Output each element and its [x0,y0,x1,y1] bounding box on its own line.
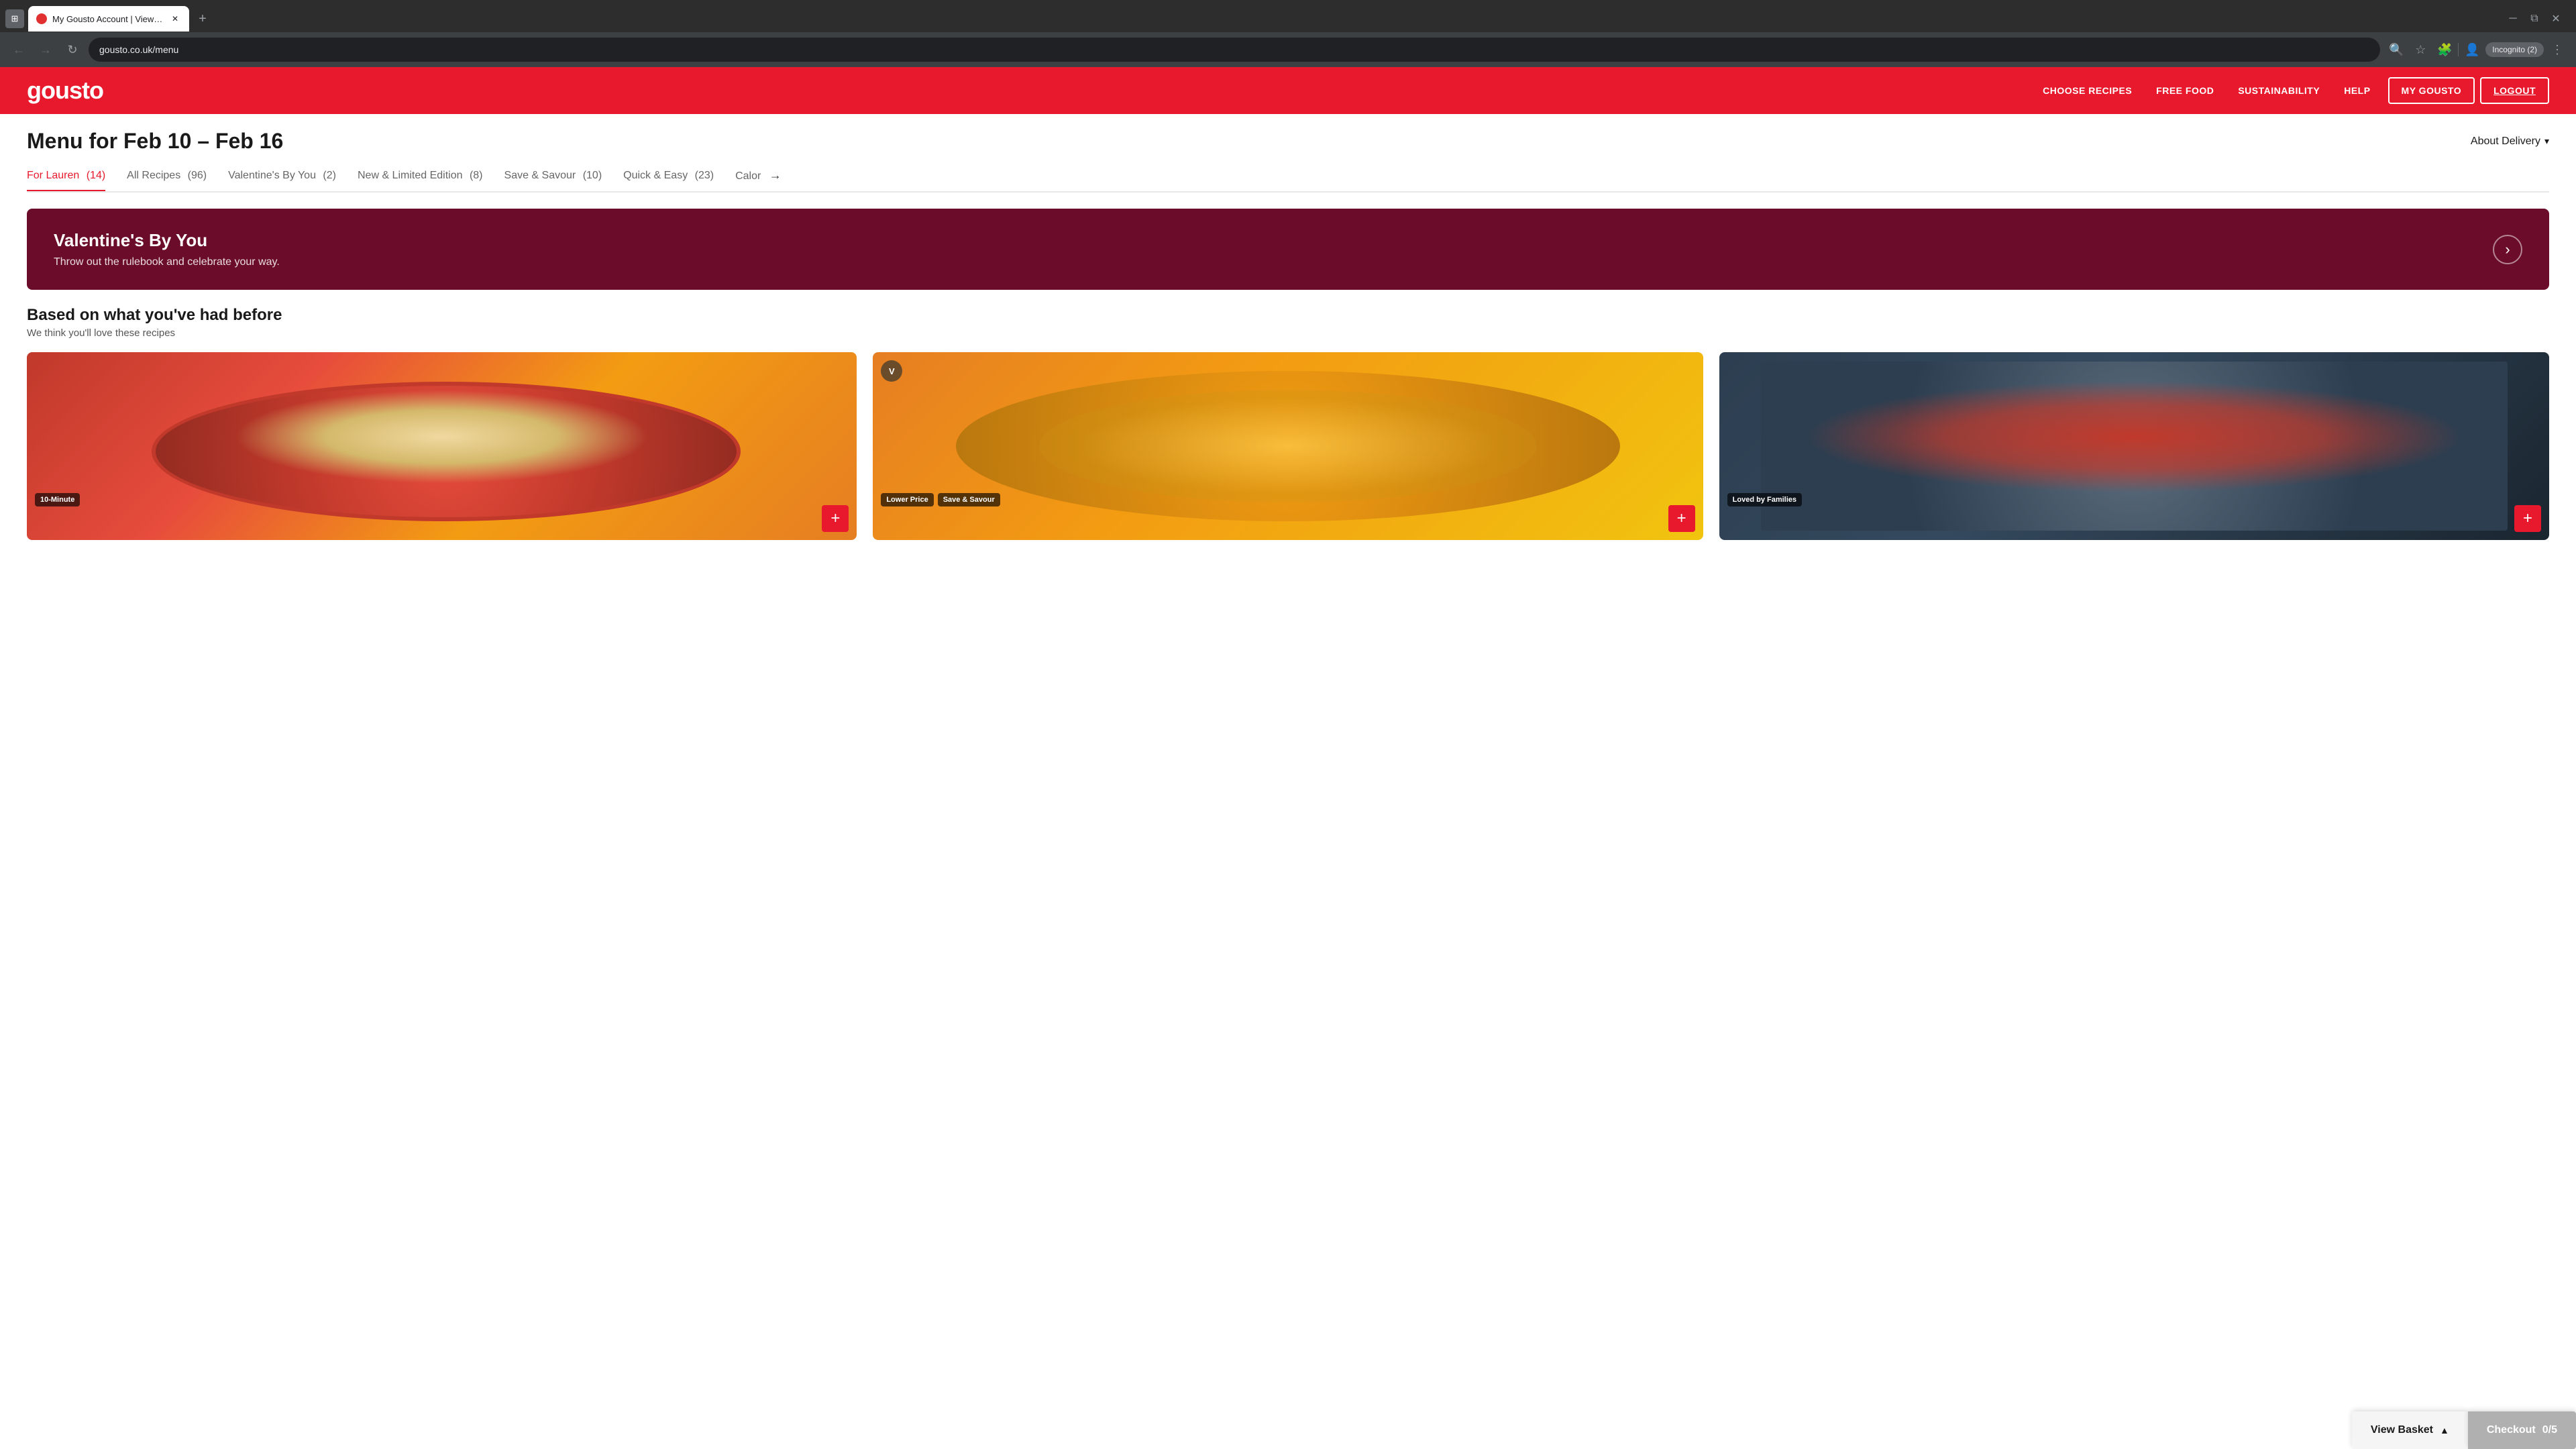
promo-banner[interactable]: Valentine's By You Throw out the ruleboo… [27,209,2549,290]
bookmark-icon[interactable]: ☆ [2410,39,2431,60]
section-heading: Based on what you've had before We think… [27,306,2549,339]
new-tab-button[interactable]: + [193,9,212,28]
maximize-button[interactable]: ⧉ [2525,9,2544,28]
reload-button[interactable]: ↻ [62,39,83,60]
my-gousto-button[interactable]: MY GOUSTO [2388,77,2475,104]
filter-count: (14) [87,170,105,181]
filter-count: (23) [695,170,714,181]
recipe-card-3[interactable]: Loved by Families + [1719,352,2549,540]
recipe-card-2[interactable]: V Lower Price Save & Savour + [873,352,1703,540]
menu-icon[interactable]: ⋮ [2546,39,2568,60]
recipe-grid: 10-Minute + V Lower Price Save & Savour … [27,352,2549,540]
filter-arrow: → [769,168,782,182]
nav-choose-recipes[interactable]: CHOOSE RECIPES [2031,67,2144,114]
basket-chevron-icon: ▲ [2440,1425,2449,1436]
checkout-count: 0/5 [2542,1424,2557,1436]
nav-free-food[interactable]: FREE FOOD [2144,67,2226,114]
promo-banner-arrow[interactable]: › [2493,235,2522,264]
address-bar[interactable]: gousto.co.uk/menu [89,38,2380,62]
section-subtitle: We think you'll love these recipes [27,327,2549,339]
logout-button[interactable]: LOGOUT [2480,77,2549,104]
incognito-badge[interactable]: Incognito (2) [2485,42,2544,57]
close-button[interactable]: ✕ [2546,9,2565,28]
badge-save-savour: Save & Savour [938,493,1000,506]
site-navigation: gousto CHOOSE RECIPES FREE FOOD SUSTAINA… [0,67,2576,114]
about-delivery-button[interactable]: About Delivery ▾ [2471,136,2549,148]
badge-10-minute: 10-Minute [35,493,80,506]
nav-help[interactable]: HELP [2332,67,2382,114]
filter-tab-quick-easy[interactable]: Quick & Easy (23) [623,162,714,192]
incognito-label: Incognito (2) [2492,45,2537,54]
add-recipe-1-button[interactable]: + [822,505,849,532]
badge-loved-families: Loved by Families [1727,493,1802,506]
filter-tabs: For Lauren (14) All Recipes (96) Valenti… [27,160,2549,193]
filter-count: (96) [188,170,207,181]
page-header: Menu for Feb 10 – Feb 16 About Delivery … [27,114,2549,160]
recipe-card-1[interactable]: 10-Minute + [27,352,857,540]
tab-favicon [36,13,47,24]
filter-tab-valentines[interactable]: Valentine's By You (2) [228,162,336,192]
recipe-image-3 [1719,352,2549,540]
filter-label: All Recipes [127,170,180,181]
view-basket-button[interactable]: View Basket ▲ [2352,1411,2468,1449]
filter-tab-save-savour[interactable]: Save & Savour (10) [504,162,602,192]
filter-label: Calor [735,170,761,182]
recipe-badges-2: Lower Price Save & Savour [881,493,1000,506]
profile-icon[interactable]: 👤 [2461,39,2483,60]
view-basket-label: View Basket [2371,1424,2433,1436]
page-title: Menu for Feb 10 – Feb 16 [27,129,283,154]
promo-banner-subtitle: Throw out the rulebook and celebrate you… [54,256,280,268]
nav-links: CHOOSE RECIPES FREE FOOD SUSTAINABILITY … [2031,67,2549,114]
back-button[interactable]: ← [8,39,30,60]
filter-label: New & Limited Edition [358,170,463,181]
recipe-image-2 [873,352,1703,540]
browser-tab-active[interactable]: My Gousto Account | View You... ✕ [28,6,189,32]
extensions-icon[interactable]: 🧩 [2434,39,2455,60]
recipe-image-1 [27,352,857,540]
filter-count: (10) [583,170,602,181]
about-delivery-label: About Delivery [2471,136,2540,148]
filter-label: For Lauren [27,170,79,181]
toolbar-divider [2458,43,2459,56]
filter-label: Quick & Easy [623,170,688,181]
forward-button[interactable]: → [35,39,56,60]
filter-label: Save & Savour [504,170,576,181]
recipe-badges-1: 10-Minute [35,493,80,506]
add-recipe-3-button[interactable]: + [2514,505,2541,532]
about-delivery-chevron: ▾ [2544,136,2549,147]
url-text: gousto.co.uk/menu [99,44,178,55]
badge-lower-price: Lower Price [881,493,933,506]
checkout-label: Checkout [2487,1424,2536,1436]
bottom-bar: View Basket ▲ Checkout 0/5 [2352,1411,2576,1449]
filter-tab-new-limited[interactable]: New & Limited Edition (8) [358,162,483,192]
tab-close-button[interactable]: ✕ [169,13,181,25]
tab-title: My Gousto Account | View You... [52,14,164,24]
filter-tab-for-lauren[interactable]: For Lauren (14) [27,162,105,192]
filter-label: Valentine's By You [228,170,316,181]
tab-switcher[interactable]: ⊞ [5,9,24,28]
promo-banner-text: Valentine's By You Throw out the ruleboo… [54,230,280,268]
promo-banner-title: Valentine's By You [54,230,280,251]
filter-count: (8) [470,170,483,181]
filter-count: (2) [323,170,336,181]
site-logo[interactable]: gousto [27,76,103,105]
search-icon[interactable]: 🔍 [2385,39,2407,60]
section-title: Based on what you've had before [27,306,2549,325]
add-recipe-2-button[interactable]: + [1668,505,1695,532]
minimize-button[interactable]: ─ [2504,9,2522,28]
recipe-badges-3: Loved by Families [1727,493,1802,506]
filter-tab-calorie[interactable]: Calor → [735,160,782,193]
nav-sustainability[interactable]: SUSTAINABILITY [2226,67,2332,114]
filter-tab-all-recipes[interactable]: All Recipes (96) [127,162,207,192]
checkout-button[interactable]: Checkout 0/5 [2468,1411,2576,1449]
